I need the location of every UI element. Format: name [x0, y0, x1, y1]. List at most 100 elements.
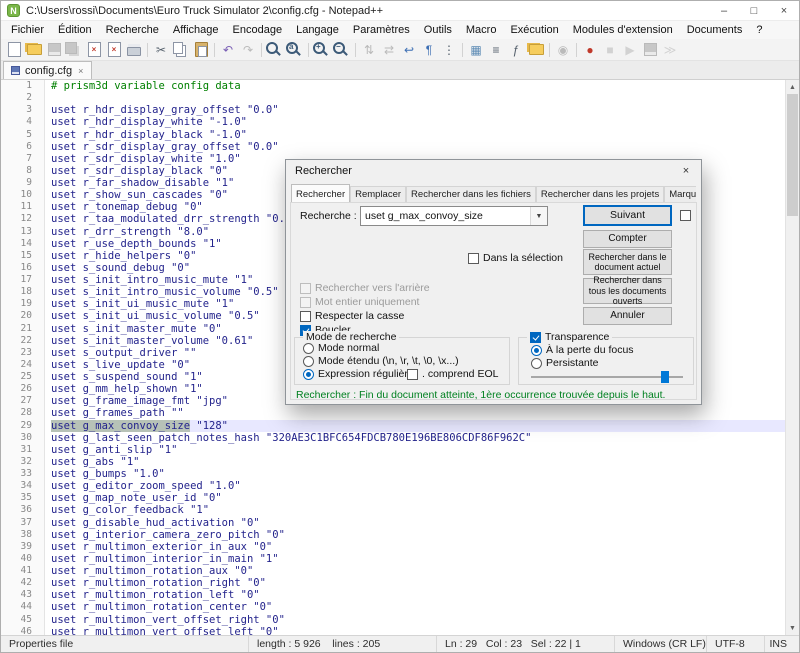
indent-guide-icon[interactable]: ⋮ — [440, 41, 458, 59]
vertical-scrollbar[interactable]: ▲ ▼ — [785, 80, 799, 635]
in-selection-checkbox[interactable]: Dans la sélection — [468, 252, 563, 264]
code-line[interactable]: uset r_multimon_rotation_center "0" — [51, 601, 785, 613]
menu-item[interactable]: Macro — [459, 21, 504, 39]
code-line[interactable]: uset r_multimon_exterior_in_aux "0" — [51, 541, 785, 553]
always-radio[interactable]: Persistante — [531, 357, 599, 369]
show-all-characters-icon[interactable]: ¶ — [420, 41, 438, 59]
scroll-down-icon[interactable]: ▼ — [786, 621, 799, 635]
zoom-out-icon[interactable]: − — [333, 41, 351, 59]
dot-matches-newline-checkbox-box[interactable] — [407, 369, 418, 380]
find-dialog-tab[interactable]: Rechercher — [291, 184, 350, 203]
code-line[interactable]: uset r_multimon_rotation_right "0" — [51, 577, 785, 589]
menu-item[interactable]: Paramètres — [346, 21, 417, 39]
combobox-dropdown-icon[interactable]: ▼ — [530, 207, 547, 225]
find-next-button[interactable]: Suivant — [583, 205, 672, 226]
menu-item[interactable]: ? — [749, 21, 769, 39]
scrollbar-track[interactable] — [786, 94, 799, 621]
copy-icon[interactable] — [172, 41, 190, 59]
undo-icon[interactable]: ↶ — [219, 41, 237, 59]
cancel-button[interactable]: Annuler — [583, 307, 672, 325]
match-case-checkbox[interactable]: Respecter la casse — [300, 310, 404, 322]
code-line[interactable]: uset g_interior_camera_zero_pitch "0" — [51, 529, 785, 541]
tab-close-icon[interactable]: × — [77, 66, 84, 76]
search-current-document-button[interactable]: Rechercher dans le document actuel — [583, 249, 672, 275]
close-window-icon[interactable]: × — [769, 1, 799, 20]
code-line[interactable]: uset r_sdr_display_gray_offset "0.0" — [51, 141, 785, 153]
menu-item[interactable]: Exécution — [503, 21, 565, 39]
code-line[interactable]: uset g_max_convoy_size "128" — [51, 420, 785, 432]
code-line[interactable]: uset g_bumps "1.0" — [51, 468, 785, 480]
on-losing-focus-radio[interactable]: À la perte du focus — [531, 344, 634, 356]
code-line[interactable]: uset g_last_seen_patch_notes_hash "320AE… — [51, 432, 785, 444]
normal-mode-radio[interactable]: Mode normal — [303, 342, 379, 354]
transparency-slider[interactable] — [531, 371, 683, 383]
code-line[interactable]: uset r_hdr_display_gray_offset "0.0" — [51, 104, 785, 116]
transparency-slider-thumb[interactable] — [661, 371, 669, 383]
menu-item[interactable]: Fichier — [4, 21, 51, 39]
paste-icon[interactable] — [192, 41, 210, 59]
close-file-icon[interactable]: × — [85, 41, 103, 59]
code-line[interactable]: uset g_anti_slip "1" — [51, 444, 785, 456]
word-wrap-icon[interactable]: ↩ — [400, 41, 418, 59]
folder-as-workspace-icon[interactable] — [527, 41, 545, 59]
menu-item[interactable]: Modules d'extension — [566, 21, 680, 39]
extended-mode-radio[interactable]: Mode étendu (\n, \r, \t, \0, \x...) — [303, 355, 459, 367]
record-macro-icon[interactable]: ● — [581, 41, 599, 59]
code-line[interactable]: uset g_frames_path "" — [51, 407, 785, 419]
code-line[interactable]: uset r_multimon_vert_offset_left "0" — [51, 626, 785, 635]
find-dialog-tab[interactable]: Rechercher dans les fichiers — [406, 186, 536, 203]
menu-item[interactable]: Recherche — [99, 21, 166, 39]
code-line[interactable]: uset g_disable_hud_activation "0" — [51, 517, 785, 529]
close-all-files-icon[interactable]: × — [105, 41, 123, 59]
search-all-open-documents-button[interactable]: Rechercher dans tous les documents ouver… — [583, 278, 672, 304]
document-map-icon[interactable]: ▦ — [467, 41, 485, 59]
zoom-in-icon[interactable]: + — [313, 41, 331, 59]
transparency-checkbox-box[interactable] — [530, 332, 541, 343]
always-radio-button[interactable] — [531, 358, 542, 369]
code-line[interactable]: uset g_editor_zoom_speed "1.0" — [51, 480, 785, 492]
code-line[interactable]: uset r_multimon_vert_offset_right "0" — [51, 614, 785, 626]
new-file-icon[interactable] — [5, 41, 23, 59]
find-dialog-tab[interactable]: Remplacer — [350, 186, 406, 203]
in-selection-checkbox-box[interactable] — [468, 253, 479, 264]
code-line[interactable]: uset r_multimon_rotation_aux "0" — [51, 565, 785, 577]
code-line[interactable]: uset r_hdr_display_black "-1.0" — [51, 129, 785, 141]
code-line[interactable]: uset r_multimon_rotation_left "0" — [51, 589, 785, 601]
open-file-icon[interactable] — [25, 41, 43, 59]
match-case-checkbox-box[interactable] — [300, 311, 311, 322]
code-line[interactable]: uset g_map_note_user_id "0" — [51, 492, 785, 504]
code-line[interactable]: # prism3d variable config data — [51, 80, 785, 92]
scroll-up-icon[interactable]: ▲ — [786, 80, 799, 94]
find-icon[interactable] — [266, 41, 284, 59]
transparency-checkbox[interactable]: Transparence — [527, 331, 612, 343]
document-list-icon[interactable]: ≡ — [487, 41, 505, 59]
menu-item[interactable]: Documents — [680, 21, 750, 39]
regex-mode-radio[interactable]: Expression régulière — [303, 368, 414, 380]
regex-mode-radio-button[interactable] — [303, 369, 314, 380]
find-dialog-tab[interactable]: Marquer — [664, 186, 696, 203]
menu-item[interactable]: Langage — [289, 21, 346, 39]
menu-item[interactable]: Encodage — [226, 21, 290, 39]
find-dialog-tab[interactable]: Rechercher dans les projets — [536, 186, 664, 203]
search-combobox[interactable]: uset g_max_convoy_size ▼ — [360, 206, 548, 226]
cut-icon[interactable]: ✂ — [152, 41, 170, 59]
find-dialog-titlebar[interactable]: Rechercher — [286, 160, 701, 182]
code-line[interactable]: uset g_abs "1" — [51, 456, 785, 468]
extended-mode-radio-button[interactable] — [303, 356, 314, 367]
minimize-icon[interactable]: – — [709, 1, 739, 20]
tab-config-cfg[interactable]: config.cfg × — [3, 61, 92, 79]
maximize-icon[interactable]: □ — [739, 1, 769, 20]
print-icon[interactable] — [125, 41, 143, 59]
find-dialog-close-icon[interactable]: × — [674, 162, 698, 180]
function-list-icon[interactable]: ƒ — [507, 41, 525, 59]
replace-icon[interactable]: a — [286, 41, 304, 59]
dot-matches-newline-checkbox[interactable]: . comprend EOL — [407, 368, 498, 380]
normal-mode-radio-button[interactable] — [303, 343, 314, 354]
on-losing-focus-radio-button[interactable] — [531, 345, 542, 356]
menu-item[interactable]: Édition — [51, 21, 99, 39]
count-button[interactable]: Compter — [583, 230, 672, 248]
menu-item[interactable]: Affichage — [166, 21, 226, 39]
scrollbar-thumb[interactable] — [787, 94, 798, 216]
code-line[interactable]: uset r_multimon_interior_in_main "1" — [51, 553, 785, 565]
code-line[interactable]: uset r_hdr_display_white "-1.0" — [51, 116, 785, 128]
